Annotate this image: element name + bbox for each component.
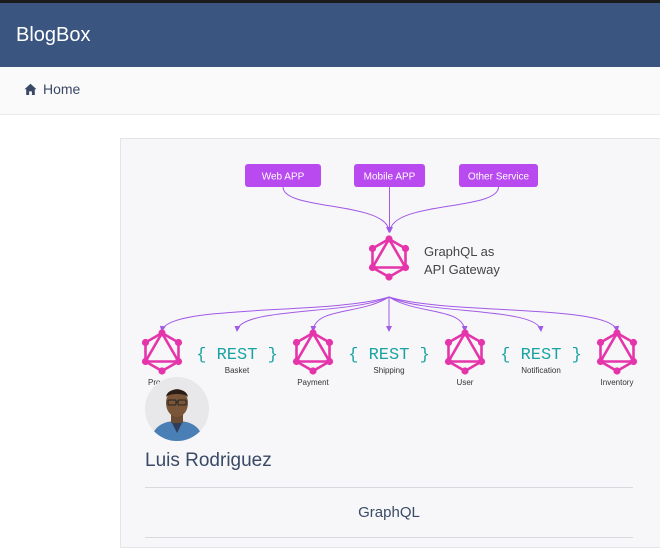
client-mobile-app: Mobile APP [354,164,425,187]
rest-icon: { REST } [500,346,582,365]
service-label: Payment [297,378,329,387]
author-name[interactable]: Luis Rodriguez [145,449,445,473]
service-label: User [457,378,474,387]
author-block: Luis Rodriguez [145,377,272,471]
gateway-label-line1: GraphQL as [424,244,495,259]
service-label: Basket [225,366,250,375]
client-other-service: Other Service [459,164,538,187]
rest-icon: { REST } [196,346,278,365]
service-arrows [159,296,620,332]
divider [145,487,633,488]
gateway-label-line2: API Gateway [424,262,500,277]
service-graphql-icon [140,328,184,376]
service-label: Inventory [601,378,634,387]
service-graphql-icon [595,328,639,376]
navbar: BlogBox [0,3,660,67]
breadcrumb-home-link[interactable]: Home [24,80,80,98]
service-label: Notification [521,366,561,375]
brand-logo[interactable]: BlogBox [16,23,91,47]
client-web-app: Web APP [245,164,321,187]
service-label: Shipping [373,366,404,375]
rest-icon: { REST } [348,346,430,365]
breadcrumb: Home [0,67,660,115]
service-graphql-icon [291,328,335,376]
breadcrumb-home-label: Home [43,81,81,97]
client-arrows [282,186,499,233]
post-tag-link[interactable]: GraphQL [145,503,633,523]
avatar[interactable] [145,377,209,441]
client-label: Web APP [262,172,305,183]
client-label: Mobile APP [364,172,416,183]
graphql-gateway-diagram: Web APP Mobile APP Other Service GraphQL… [140,164,639,387]
home-icon [24,83,37,95]
service-graphql-icon [443,328,487,376]
graphql-gateway-icon [367,234,411,282]
client-label: Other Service [468,172,530,183]
post-card[interactable]: Web APP Mobile APP Other Service GraphQL… [120,138,660,548]
